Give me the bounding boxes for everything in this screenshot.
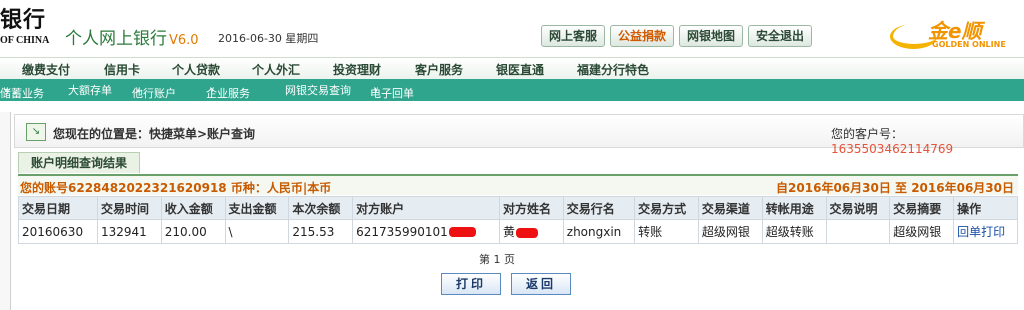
golden-online-logo: 金e顺 GOLDEN ONLINE <box>888 18 1018 49</box>
cell-counter-name: 黄 <box>498 219 564 244</box>
print-receipt-link[interactable]: 回单打印 <box>957 225 1005 239</box>
app-version: V6.0 <box>169 33 199 48</box>
customer-number-value: 1635503462114769 <box>831 142 954 156</box>
customer-number-label: 您的客户号： <box>831 127 904 141</box>
cell-bank-name: zhongxin <box>562 219 636 244</box>
chevron-down-icon: ∨ <box>209 85 215 94</box>
column-header: 支出金额 <box>224 196 290 220</box>
breadcrumb-location: 您现在的位置是：快捷菜单>账户查询 <box>53 127 256 141</box>
column-header: 收入金额 <box>160 196 226 220</box>
breadcrumb: ↘ 您现在的位置是：快捷菜单>账户查询 您的客户号：16355034621147… <box>14 114 1024 156</box>
date-text: 2016-06-30 星期四 <box>218 32 319 45</box>
online-service-button[interactable]: 网上客服 <box>541 25 606 47</box>
column-header: 对方账户 <box>352 196 500 220</box>
donation-button[interactable]: 公益捐款 <box>610 25 675 47</box>
column-header: 交易摘要 <box>889 196 955 220</box>
column-header: 交易行名 <box>562 196 636 220</box>
safe-logout-button[interactable]: 安全退出 <box>748 25 813 47</box>
cell-channel: 超级网银 <box>697 219 763 244</box>
column-header: 交易渠道 <box>697 196 763 220</box>
redaction-mark <box>448 227 476 237</box>
back-button[interactable]: 返回 <box>511 273 571 295</box>
account-info-bar: 您的账号6228482022321620918 币种：人民币|本币 自2016年… <box>18 174 1018 195</box>
chevron-down-icon: ∨ <box>373 85 379 94</box>
chevron-down-icon: ∨ <box>135 85 141 94</box>
redaction-mark <box>516 227 538 238</box>
cell-purpose: 超级转账 <box>761 219 827 244</box>
golden-online-logo-subtitle: GOLDEN ONLINE <box>932 40 1006 49</box>
cell-method: 转账 <box>634 219 699 244</box>
header: 银行 OF CHINA 个人网上银行 V6.0 2016-06-30 星期四 网上… <box>0 0 1024 55</box>
nav-item-hospital[interactable]: 银医直通 <box>496 61 544 78</box>
column-header: 对方姓名 <box>498 196 564 220</box>
customer-number: 您的客户号：1635503462114769 <box>831 125 1023 156</box>
counter-name-value: 黄 <box>502 225 515 239</box>
column-header: 交易方式 <box>634 196 699 220</box>
app-title: 个人网上银行 V6.0 <box>65 24 199 49</box>
chevron-down-icon: ∨ <box>3 85 9 94</box>
bank-logo-subtitle: OF CHINA <box>0 35 50 46</box>
transaction-table: 交易日期 交易时间 收入金额 支出金额 本次余额 对方账户 对方姓名 交易行名 … <box>18 196 1018 244</box>
cell-income: 210.00 <box>160 219 226 244</box>
account-number-info: 您的账号6228482022321620918 币种：人民币|本币 <box>20 181 332 195</box>
nav-item-investment[interactable]: 投资理财 <box>333 61 381 78</box>
bank-map-button[interactable]: 网银地图 <box>679 25 744 47</box>
cell-remark <box>825 219 891 244</box>
nav-item-fujian-branch[interactable]: 福建分行特色 <box>577 61 649 78</box>
column-header: 操作 <box>953 196 1018 220</box>
nav-item-credit-card[interactable]: 信用卡 <box>104 61 140 78</box>
counter-account-value: 621735990101 <box>356 224 448 239</box>
location-icon: ↘ <box>26 123 46 141</box>
cell-expense: \ <box>224 219 290 244</box>
app-title-text: 个人网上银行 <box>65 29 167 49</box>
column-header: 本次余额 <box>288 196 354 220</box>
bank-logo: 银行 <box>0 7 47 33</box>
column-header: 交易说明 <box>825 196 891 220</box>
top-button-group: 网上客服 公益捐款 网银地图 安全退出 <box>541 25 813 47</box>
subnav-transaction-query[interactable]: 网银交易查询 <box>285 82 351 98</box>
date-range-info: 自2016年06月30日 至 2016年06月30日 <box>776 181 1014 195</box>
tab-account-detail-result[interactable]: 账户明细查询结果 <box>18 152 141 173</box>
left-sidebar-edge <box>0 112 11 310</box>
sub-nav: 储蓄业务 ∨ 大额存单 他行账户 ∨ 企业服务 ∨ 网银交易查询 电子回单 ∨ <box>0 79 1024 101</box>
column-header: 转帐用途 <box>761 196 827 220</box>
nav-item-customer-service[interactable]: 客户服务 <box>415 61 463 78</box>
cell-summary: 超级网银 <box>889 219 955 244</box>
column-header: 交易日期 <box>18 196 98 220</box>
cell-action: 回单打印 <box>953 219 1018 244</box>
column-header: 交易时间 <box>96 196 162 220</box>
nav-item-forex[interactable]: 个人外汇 <box>252 61 300 78</box>
print-button[interactable]: 打印 <box>441 273 501 295</box>
table-row: 20160630 132941 210.00 \ 215.53 62173599… <box>18 219 1018 244</box>
main-nav: 缴费支付 信用卡 个人贷款 个人外汇 投资理财 客户服务 银医直通 福建分行特色 <box>0 57 1024 80</box>
cell-time: 132941 <box>96 219 162 244</box>
nav-item-personal-loan[interactable]: 个人贷款 <box>172 61 220 78</box>
cell-balance: 215.53 <box>288 219 354 244</box>
cell-date: 20160630 <box>18 219 98 244</box>
table-header-row: 交易日期 交易时间 收入金额 支出金额 本次余额 对方账户 对方姓名 交易行名 … <box>18 196 1018 220</box>
nav-item-payment[interactable]: 缴费支付 <box>22 61 70 78</box>
bottom-button-group: 打印 返回 <box>441 273 571 295</box>
page-indicator: 第 1 页 <box>479 253 515 266</box>
cell-counter-account: 621735990101 <box>352 219 500 244</box>
subnav-large-deposit[interactable]: 大额存单 <box>68 82 112 98</box>
